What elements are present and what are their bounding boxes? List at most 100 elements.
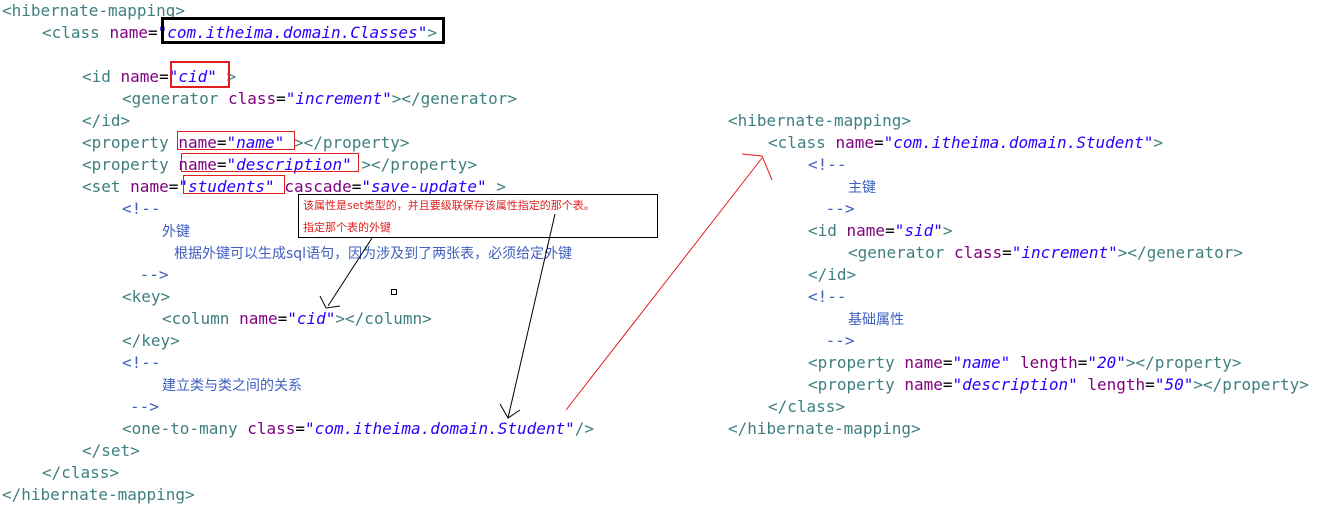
code-token-eq: = <box>1077 353 1088 372</box>
code-token-val: "20" <box>1087 353 1126 372</box>
code-token-comment: <!-- <box>122 353 161 372</box>
left-code-line: 外键 <box>162 220 190 242</box>
code-token-val: "com.itheima.domain.Student" <box>305 419 575 438</box>
code-token-eq: = <box>295 419 306 438</box>
code-token-tag: ></property> <box>284 133 410 152</box>
left-code-line: 根据外键可以生成sql语句，因为涉及到了两张表，必须给定外键 <box>174 242 572 264</box>
code-token-attr: class <box>953 243 1003 262</box>
annotation-line-1: 该属性是set类型的，并且要级联保存该属性指定的那个表。 <box>303 199 595 212</box>
code-token-tag: ></generator> <box>1117 243 1243 262</box>
left-code-line: <key> <box>122 286 170 308</box>
code-token-tag: </hibernate-mapping> <box>2 485 195 504</box>
code-token-comment: --> <box>130 397 159 416</box>
code-token-tag: ></property> <box>1125 353 1242 372</box>
property-name-highlight <box>177 131 295 150</box>
code-token-attr: length <box>1087 375 1146 394</box>
code-token-attr: name <box>835 133 874 152</box>
code-token-attr: name <box>239 309 278 328</box>
code-token-tag: <hibernate-mapping> <box>728 111 912 130</box>
code-token-tag: <column <box>162 309 240 328</box>
right-code-line: <id name="sid"> <box>808 220 953 242</box>
right-code-line: --> <box>816 198 855 220</box>
left-code-line: <one-to-many class="com.itheima.domain.S… <box>122 418 594 440</box>
code-token-tag: <generator <box>122 89 228 108</box>
right-code-line: <class name="com.itheima.domain.Student"… <box>768 132 1163 154</box>
code-token-tag: /> <box>574 419 595 438</box>
left-code-line: 建立类与类之间的关系 <box>162 374 302 396</box>
code-token-tag: > <box>1153 133 1163 152</box>
code-token-attr: name <box>130 177 169 196</box>
left-code-line: </id> <box>82 110 130 132</box>
code-token-eq: = <box>942 353 953 372</box>
code-token-tag: <id <box>82 67 121 86</box>
left-code-line: </set> <box>82 440 140 462</box>
right-code-line: <property name="description" length="50"… <box>808 374 1309 396</box>
code-token-tag: <property <box>82 133 179 152</box>
code-token-cjk: 建立类与类之间的关系 <box>162 378 302 394</box>
right-code-line: --> <box>816 330 855 352</box>
code-token-tag: </set> <box>82 441 140 460</box>
set-students-highlight <box>183 175 285 194</box>
left-code-line: <column name="cid"></column> <box>162 308 432 330</box>
code-token-attr: name <box>904 375 943 394</box>
code-token-attr: length <box>1019 353 1078 372</box>
right-code-line: <generator class="increment"></generator… <box>848 242 1243 264</box>
right-code-line: <property name="name" length="20"></prop… <box>808 352 1242 374</box>
right-code-line: <!-- <box>808 154 847 176</box>
left-code-line: </class> <box>42 462 119 484</box>
code-token-tag: ></property> <box>351 155 477 174</box>
left-code-line: <!-- <box>122 352 161 374</box>
right-code-line: <hibernate-mapping> <box>728 110 911 132</box>
code-token-tag: <property <box>82 155 179 174</box>
right-code-line: 基础属性 <box>848 308 904 330</box>
code-token-attr: class <box>247 419 296 438</box>
code-token-tag: > <box>942 221 953 240</box>
code-token-val: "increment" <box>1011 243 1118 262</box>
code-token-tag: <set <box>82 177 131 196</box>
code-token-comment: --> <box>816 331 855 350</box>
left-code-line: --> <box>130 396 159 418</box>
code-token-eq: = <box>276 89 286 108</box>
code-token-cjk: 外键 <box>162 224 190 240</box>
property-description-highlight <box>181 153 359 172</box>
code-token-comment: --> <box>816 199 855 218</box>
left-code-line: </key> <box>122 330 180 352</box>
code-token-val: "com.itheima.domain.Student" <box>883 133 1154 152</box>
cid-highlight <box>170 61 230 88</box>
right-code-line: 主键 <box>848 176 876 198</box>
code-token-eq: = <box>942 375 953 394</box>
code-token-attr: name <box>904 353 943 372</box>
code-token-tag: ></generator> <box>391 89 517 108</box>
right-code-panel: <hibernate-mapping> <class name="com.ithe… <box>720 108 1333 438</box>
right-code-line: </hibernate-mapping> <box>728 418 921 440</box>
left-code-panel: <hibernate-mapping> <class name="com.ithe… <box>0 0 665 504</box>
code-token-comment: <!-- <box>808 155 847 174</box>
code-token-tag: ></property> <box>1193 375 1309 394</box>
code-token-tag: <class <box>42 23 110 42</box>
code-token-tag <box>1078 375 1088 394</box>
left-code-line: --> <box>130 264 169 286</box>
code-token-eq: = <box>1145 375 1155 394</box>
code-token-attr: name <box>846 221 886 240</box>
code-token-cjk: 主键 <box>848 180 876 196</box>
left-code-line: <hibernate-mapping> <box>2 0 185 22</box>
code-token-tag: </id> <box>82 111 131 130</box>
code-token-tag: <generator <box>848 243 954 262</box>
code-token-val: "cid" <box>287 309 336 328</box>
code-token-tag: </id> <box>808 265 857 284</box>
code-token-tag: <property <box>808 375 905 394</box>
code-token-tag: <hibernate-mapping> <box>2 1 186 20</box>
right-code-line: <!-- <box>808 286 847 308</box>
code-token-tag: </class> <box>42 463 120 482</box>
code-token-attr: class <box>227 89 277 108</box>
code-token-eq: = <box>1002 243 1012 262</box>
annotation-line-2: 指定那个表的外键 <box>303 221 391 234</box>
code-token-val: "50" <box>1154 375 1194 394</box>
code-token-tag <box>1010 353 1020 372</box>
code-token-tag: <one-to-many <box>122 419 248 438</box>
code-token-comment: <!-- <box>808 287 847 306</box>
code-token-attr: name <box>120 67 160 86</box>
code-token-val: "increment" <box>285 89 392 108</box>
small-square-marker <box>391 289 397 295</box>
code-token-cjk: 基础属性 <box>848 312 904 328</box>
